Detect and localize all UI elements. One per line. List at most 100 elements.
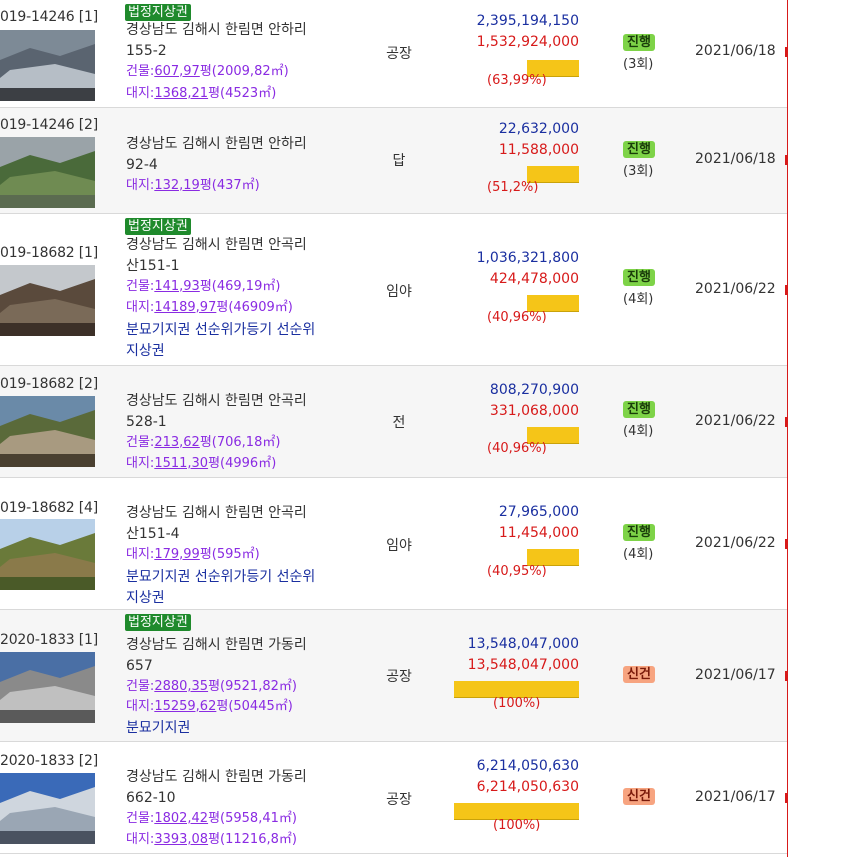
building-area: 건물:1802,42평(5958,41㎡)	[126, 809, 297, 829]
property-use: 임야	[386, 284, 412, 300]
building-area-sqm: (5958,41㎡)	[220, 811, 297, 826]
auction-row[interactable]: 2020-1833 [2] 경상남도 김해시 한림면 가동리 662-10 건물:18…	[0, 742, 788, 854]
property-photo[interactable]	[0, 265, 95, 336]
case-number-text[interactable]: 019-14246	[0, 9, 75, 25]
auction-row[interactable]: 019-14246 [1] 법정지상권 경상남도 김해시 한림면 안하리 155-2 건…	[0, 0, 788, 108]
row-edge-marker	[785, 285, 788, 295]
minimum-bid-price: 13,548,047,000	[467, 657, 579, 673]
building-area-label: 건물:	[126, 811, 155, 826]
case-number[interactable]: 019-18682 [1]	[0, 245, 98, 261]
auction-date: 2021/06/22	[695, 535, 776, 551]
minimum-bid-price: 6,214,050,630	[476, 779, 579, 795]
case-number-text[interactable]: 2020-1833	[0, 632, 75, 648]
land-area-pyeong[interactable]: 179,99	[154, 547, 200, 562]
auction-row[interactable]: 019-14246 [2] 경상남도 김해시 한림면 안하리 92-4 대지:132,…	[0, 108, 788, 214]
auction-date: 2021/06/17	[695, 789, 776, 805]
land-area-sqm: (595㎡)	[211, 547, 260, 562]
property-photo[interactable]	[0, 396, 95, 467]
minimum-bid-price: 11,454,000	[498, 525, 579, 541]
land-area-pyeong[interactable]: 14189,97	[154, 300, 216, 315]
case-number[interactable]: 019-14246 [1]	[0, 9, 98, 25]
address-line-1: 경상남도 김해시 한림면 안곡리	[126, 393, 307, 409]
case-number[interactable]: 2020-1833 [1]	[0, 632, 98, 648]
minimum-bid-price: 424,478,000	[489, 271, 579, 287]
case-number[interactable]: 019-18682 [4]	[0, 500, 98, 516]
legal-superficies-badge: 법정지상권	[125, 614, 191, 631]
auction-row[interactable]: 2020-1833 [1] 법정지상권 경상남도 김해시 한림면 가동리 657 건물:…	[0, 610, 788, 742]
row-edge-marker	[785, 417, 788, 427]
appraisal-price: 22,632,000	[498, 121, 579, 137]
address-lot-number: 657	[126, 658, 153, 674]
land-area-unit: 평	[208, 86, 221, 101]
property-use: 공장	[386, 46, 412, 62]
property-photo[interactable]	[0, 30, 95, 101]
land-area-pyeong[interactable]: 1368,21	[154, 86, 208, 101]
property-use: 공장	[386, 669, 412, 685]
case-number[interactable]: 2020-1833 [2]	[0, 753, 98, 769]
auction-round-count: (4회)	[623, 292, 654, 307]
address-lot-number: 92-4	[126, 157, 158, 173]
building-area-pyeong[interactable]: 2880,35	[154, 679, 208, 694]
case-number-text[interactable]: 019-18682	[0, 245, 75, 261]
special-rights-note: 분묘기지권	[126, 720, 191, 736]
land-area-pyeong[interactable]: 1511,30	[154, 456, 208, 471]
building-area-unit: 평	[199, 435, 212, 450]
address-line-1: 경상남도 김해시 한림면 안하리	[126, 136, 307, 152]
property-photo[interactable]	[0, 652, 95, 723]
building-area-pyeong[interactable]: 213,62	[154, 435, 200, 450]
case-number-text[interactable]: 019-18682	[0, 500, 75, 516]
case-item-index: [1]	[78, 632, 99, 648]
auction-row[interactable]: 019-18682 [1] 법정지상권경상남도 김해시 한림면 안곡리산151-1…	[0, 214, 788, 366]
row-edge-marker	[785, 155, 788, 165]
land-area-unit: 평	[216, 699, 229, 714]
building-area-pyeong[interactable]: 1802,42	[154, 811, 208, 826]
address-line-1: 경상남도 김해시 한림면 안곡리	[126, 237, 307, 253]
special-rights-note-2: 지상권	[126, 590, 165, 606]
address-lot-number: 산151-4	[126, 526, 180, 542]
bid-ratio-percent: (40,96%)	[487, 310, 547, 325]
case-item-index: [1]	[78, 245, 99, 261]
auction-round-count: (3회)	[623, 164, 654, 179]
building-area-sqm: (2009,82㎡)	[211, 64, 289, 79]
minimum-bid-price: 1,532,924,000	[476, 34, 579, 50]
property-photo[interactable]	[0, 137, 95, 208]
address-lot-number: 산151-1	[126, 258, 180, 274]
row-edge-marker	[785, 47, 788, 57]
property-photo[interactable]	[0, 773, 95, 844]
case-number[interactable]: 019-14246 [2]	[0, 117, 98, 133]
property-use: 임야	[386, 538, 412, 554]
case-number-text[interactable]: 019-14246	[0, 117, 75, 133]
case-number[interactable]: 019-18682 [2]	[0, 376, 98, 392]
case-number-text[interactable]: 019-18682	[0, 376, 75, 392]
land-area-pyeong[interactable]: 15259,62	[154, 699, 216, 714]
appraisal-price: 27,965,000	[498, 504, 579, 520]
legal-superficies-badge: 법정지상권	[125, 218, 191, 235]
auction-status-badge: 진행	[623, 269, 655, 286]
property-photo[interactable]	[0, 519, 95, 590]
appraisal-price: 1,036,321,800	[476, 250, 579, 266]
auction-date: 2021/06/22	[695, 281, 776, 297]
building-area-pyeong[interactable]: 141,93	[154, 279, 200, 294]
case-number-text[interactable]: 2020-1833	[0, 753, 75, 769]
auction-row[interactable]: 019-18682 [2] 경상남도 김해시 한림면 안곡리 528-1 건물:213…	[0, 366, 788, 478]
land-area-label: 대지:	[126, 300, 155, 315]
land-area-label: 대지:	[126, 699, 155, 714]
land-area: 대지:1368,21평(4523㎡)	[126, 84, 276, 104]
land-area: 대지:1511,30평(4996㎡)	[126, 454, 276, 474]
auction-round-count: (3회)	[623, 57, 654, 72]
address-line-1: 경상남도 김해시 한림면 가동리	[126, 637, 307, 653]
case-item-index: [2]	[78, 376, 99, 392]
land-area-sqm: (46909㎡)	[228, 300, 293, 315]
land-area-pyeong[interactable]: 3393,08	[154, 832, 208, 847]
land-area-unit: 평	[199, 547, 212, 562]
building-area-sqm: (9521,82㎡)	[220, 679, 297, 694]
auction-date: 2021/06/17	[695, 667, 776, 683]
address-line-1: 경상남도 김해시 한림면 안곡리	[126, 505, 307, 521]
address-lot-number: 662-10	[126, 790, 176, 806]
building-area-pyeong[interactable]: 607,97	[154, 64, 200, 79]
land-area-pyeong[interactable]: 132,19	[154, 178, 200, 193]
land-area-unit: 평	[208, 832, 221, 847]
auction-round-count: (4회)	[623, 547, 654, 562]
land-area: 대지:3393,08평(11216,8㎡)	[126, 830, 297, 850]
auction-row[interactable]: 019-18682 [4] 경상남도 김해시 한림면 안곡리 산151-4 대지:17…	[0, 478, 788, 610]
